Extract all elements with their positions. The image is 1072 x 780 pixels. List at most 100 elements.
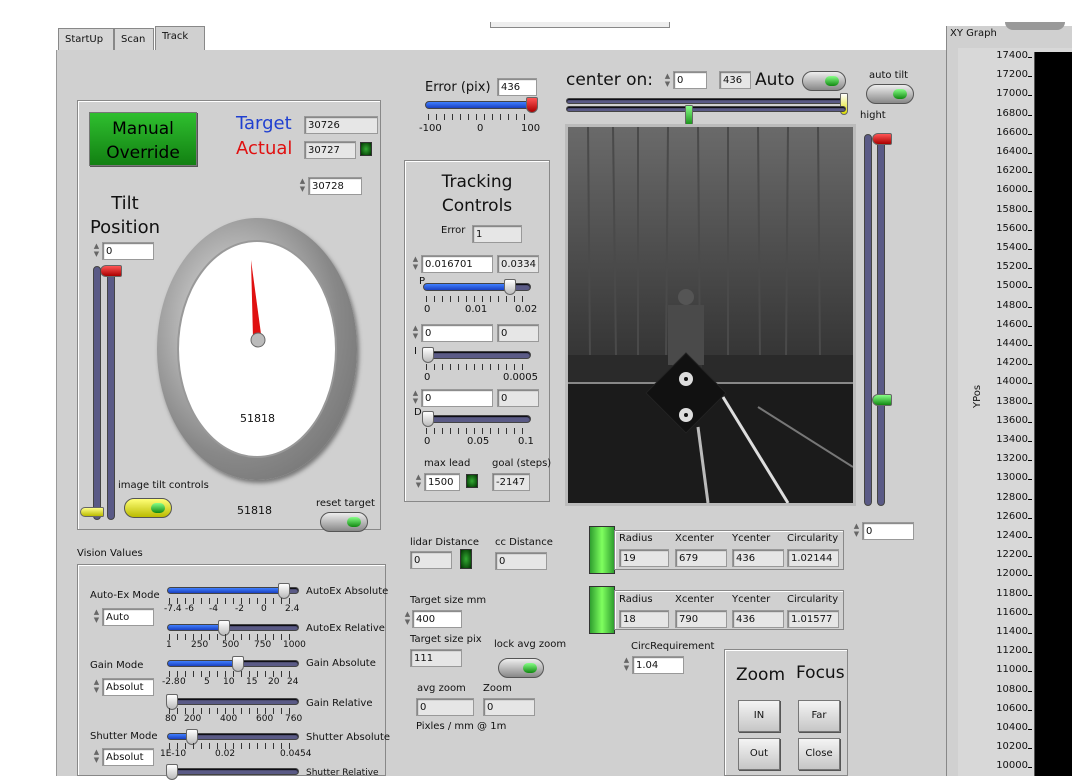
d-value[interactable]: 0 xyxy=(421,389,493,407)
tab-startup[interactable]: StartUp xyxy=(58,28,114,50)
xy-graph-ytick: 16000 xyxy=(996,184,1028,196)
p-tick-0: 0 xyxy=(424,304,431,315)
gain-rel-tick-0: 80 xyxy=(165,714,177,724)
max-lead-spinner[interactable]: ▲ ▼ xyxy=(414,473,423,491)
center-slider-bottom[interactable] xyxy=(566,105,846,127)
auto-toggle[interactable] xyxy=(802,71,846,91)
shutter-relative-slider[interactable] xyxy=(166,764,299,780)
xy-graph-ytick: 14200 xyxy=(996,357,1028,369)
circ-requirement-value[interactable]: 1.04 xyxy=(632,656,684,674)
camera-view xyxy=(565,124,856,506)
shutter-relative-label: Shutter Relative xyxy=(306,768,379,778)
autoex-absolute-slider[interactable] xyxy=(167,583,299,599)
goal-value: -2147 xyxy=(492,473,530,491)
focus-close-button[interactable]: Close xyxy=(798,738,840,770)
tilt-position-spinner[interactable]: ▲ ▼ xyxy=(92,242,101,260)
d-tick-1: 0.05 xyxy=(467,436,490,447)
tilt-slider-secondary[interactable] xyxy=(80,266,104,520)
cc-distance-value: 0 xyxy=(495,552,547,570)
center-slider-top[interactable] xyxy=(566,93,848,115)
target-size-pix-label: Target size pix xyxy=(410,634,482,645)
max-lead-value[interactable]: 1500 xyxy=(424,473,460,491)
focus-far-button[interactable]: Far xyxy=(798,700,840,732)
setpoint-spinner[interactable]: ▲ ▼ xyxy=(298,177,307,195)
xy-graph-plot-area xyxy=(1034,52,1072,776)
xy-graph-ytick: 10600 xyxy=(996,702,1028,714)
autoex-abs-tick-2: -4 xyxy=(209,604,218,614)
tab-track[interactable]: Track xyxy=(155,26,205,52)
image-tilt-toggle[interactable] xyxy=(124,498,172,518)
gain-mode-spinner[interactable]: ▲ ▼ xyxy=(92,678,101,696)
setpoint-value[interactable]: 30728 xyxy=(308,177,362,195)
tilt-position-value[interactable]: 0 xyxy=(102,242,154,260)
shutter-mode-value[interactable]: Absolut xyxy=(102,748,154,766)
xy-graph-ytick: 14800 xyxy=(996,299,1028,311)
xy-graph-ytick: 14400 xyxy=(996,338,1028,349)
zoom-out-button[interactable]: Out xyxy=(738,738,780,770)
xy-graph-ytick: 15200 xyxy=(996,261,1028,273)
gain-absolute-slider[interactable] xyxy=(167,656,299,672)
gain-abs-tick-3: 10 xyxy=(223,677,235,687)
autoex-mode-value[interactable]: Auto xyxy=(102,608,154,626)
gain-rel-tick-3: 600 xyxy=(256,714,274,724)
blob-2-xcenter-header: Xcenter xyxy=(675,594,715,605)
autoex-mode-spinner[interactable]: ▲ ▼ xyxy=(92,608,101,626)
hight-value[interactable]: 0 xyxy=(862,522,914,540)
p-slider[interactable] xyxy=(423,279,531,295)
blob-1-led xyxy=(589,526,615,574)
i-slider[interactable] xyxy=(422,347,531,363)
xy-graph-ytick: 16600 xyxy=(996,126,1028,138)
target-size-mm-value[interactable]: 400 xyxy=(412,610,462,628)
p-spinner[interactable]: ▲ ▼ xyxy=(411,255,420,273)
reset-target-toggle[interactable] xyxy=(320,512,368,532)
gain-abs-tick-4: 15 xyxy=(246,677,258,687)
target-size-mm-spinner[interactable]: ▲ ▼ xyxy=(403,610,412,628)
xy-graph-ytick: 10000 xyxy=(996,760,1028,772)
blob-1-circularity: 1.02144 xyxy=(787,549,839,567)
center-on-spinner[interactable]: ▲ ▼ xyxy=(663,72,672,90)
gain-relative-slider[interactable] xyxy=(166,694,299,710)
image-tilt-controls-label: image tilt controls xyxy=(118,480,209,491)
error-pix-slider[interactable] xyxy=(425,97,538,113)
vision-values-title: Vision Values xyxy=(77,548,143,559)
d-max: 0 xyxy=(497,389,539,407)
hight-spinner[interactable]: ▲ ▼ xyxy=(852,522,861,540)
shutter-abs-tick-1: 0.02 xyxy=(215,749,236,759)
xy-graph-ytick: 13200 xyxy=(996,453,1028,465)
autoex-abs-tick-5: 2.4 xyxy=(285,604,300,614)
cc-distance-label: cc Distance xyxy=(495,537,553,548)
xy-graph-ytick: 12000 xyxy=(996,568,1028,580)
hight-slider-secondary[interactable] xyxy=(864,134,872,506)
d-spinner[interactable]: ▲ ▼ xyxy=(411,389,420,407)
lock-avg-zoom-toggle[interactable] xyxy=(498,658,544,678)
d-tick-0: 0 xyxy=(424,436,431,447)
autoex-relative-slider[interactable] xyxy=(167,620,299,636)
zoom-in-button[interactable]: IN xyxy=(738,700,780,732)
shutter-mode-spinner[interactable]: ▲ ▼ xyxy=(92,748,101,766)
xy-graph-ytick: 13400 xyxy=(996,434,1028,445)
gauge-needle xyxy=(250,260,266,348)
gain-absolute-label: Gain Absolute xyxy=(306,658,376,669)
tab-scan[interactable]: Scan xyxy=(114,28,154,50)
tilt-gauge xyxy=(157,218,357,480)
gain-rel-tick-1: 200 xyxy=(184,714,202,724)
tilt-slider[interactable] xyxy=(100,265,122,520)
i-spinner[interactable]: ▲ ▼ xyxy=(411,324,420,342)
p-value[interactable]: 0.016701 xyxy=(421,255,493,273)
xy-graph-ytick: 13800 xyxy=(996,395,1028,407)
d-slider[interactable] xyxy=(422,411,531,427)
lidar-led xyxy=(460,549,472,569)
focus-label: Focus xyxy=(796,663,845,683)
autoex-relative-label: AutoEx Relative xyxy=(306,623,385,634)
manual-override-button[interactable]: Manual Override xyxy=(89,112,197,166)
center-on-value1[interactable]: 0 xyxy=(673,71,707,89)
i-value[interactable]: 0 xyxy=(421,324,493,342)
shutter-absolute-slider[interactable] xyxy=(167,729,299,745)
blob-2-radius-header: Radius xyxy=(619,594,653,605)
hight-slider[interactable] xyxy=(872,133,892,506)
circ-requirement-spinner[interactable]: ▲ ▼ xyxy=(622,656,631,674)
gain-mode-value[interactable]: Absolut xyxy=(102,678,154,696)
auto-tilt-toggle[interactable] xyxy=(866,84,914,104)
autoex-mode-label: Auto-Ex Mode xyxy=(90,590,160,601)
tracking-error-value: 1 xyxy=(472,225,522,243)
